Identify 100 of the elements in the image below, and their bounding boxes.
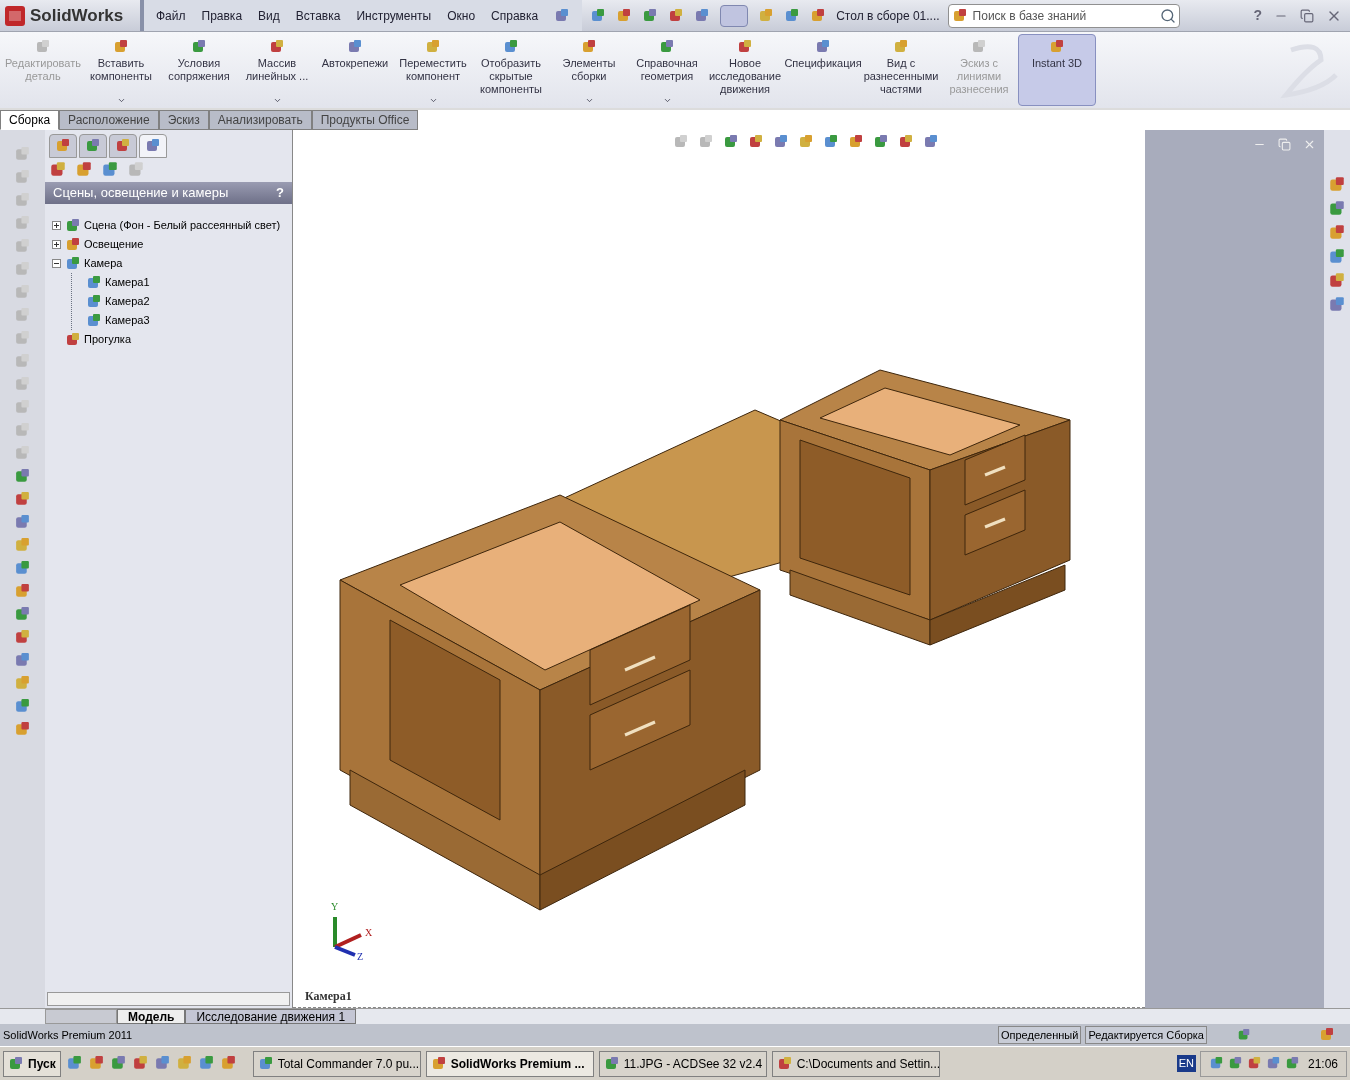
tray-icon[interactable] — [1227, 1056, 1243, 1071]
ribbon-button[interactable]: Спецификация — [784, 34, 862, 106]
view-tool-icon[interactable] — [748, 134, 764, 150]
task-pane-icon[interactable] — [1328, 200, 1346, 218]
quick-launch-icon[interactable] — [219, 1055, 237, 1072]
collapse-icon[interactable] — [52, 259, 61, 268]
menu-item[interactable]: Вставка — [295, 6, 341, 25]
tray-icon[interactable] — [1284, 1056, 1300, 1071]
toolbar-icon[interactable] — [14, 514, 31, 531]
panel-tab[interactable] — [49, 134, 77, 158]
scrollbar[interactable] — [47, 992, 290, 1006]
toolbar-icon[interactable] — [14, 698, 31, 715]
menu-item[interactable]: Файл — [156, 6, 186, 25]
view-tool-icon[interactable] — [873, 134, 889, 150]
taskbar-button[interactable]: 11.JPG - ACDSee 32 v2.4 — [598, 1050, 767, 1077]
ribbon-button[interactable]: Отобразить скрытые компоненты — [472, 34, 550, 106]
quick-launch-icon[interactable] — [197, 1055, 215, 1072]
tree-item[interactable]: Камера2 — [105, 293, 150, 310]
panel-tab[interactable] — [109, 134, 137, 158]
close-icon[interactable] — [1303, 138, 1316, 151]
quick-launch-icon[interactable] — [109, 1055, 127, 1072]
task-pane-icon[interactable] — [1328, 248, 1346, 266]
quick-launch-icon[interactable] — [87, 1055, 105, 1072]
toolbar-icon[interactable] — [810, 7, 827, 24]
view-tool-icon[interactable] — [923, 134, 939, 150]
ribbon-button[interactable]: Автокрепежи — [316, 34, 394, 106]
menu-item[interactable]: Инструменты — [356, 6, 432, 25]
panel-tab[interactable] — [79, 134, 107, 158]
bottom-tab[interactable]: Исследование движения 1 — [185, 1009, 357, 1024]
view-tool-icon[interactable] — [773, 134, 789, 150]
search-field[interactable]: Поиск в базе знаний — [947, 3, 1180, 28]
tray-icon[interactable] — [1265, 1056, 1281, 1071]
toolbar-icon[interactable] — [590, 7, 607, 24]
toolbar-icon[interactable] — [784, 7, 801, 24]
ribbon-button[interactable]: Справочная геометрия — [628, 34, 706, 106]
quick-launch-icon[interactable] — [131, 1055, 149, 1072]
task-pane-icon[interactable] — [1328, 224, 1346, 242]
taskbar-button[interactable]: C:\Documents and Settin... — [771, 1050, 940, 1077]
task-pane-icon[interactable] — [1328, 296, 1346, 314]
tab-scroll-control[interactable] — [45, 1009, 117, 1024]
quick-launch-icon[interactable] — [175, 1055, 193, 1072]
toolbar-icon[interactable] — [642, 7, 659, 24]
caret-icon[interactable] — [428, 96, 438, 105]
restore-icon[interactable] — [1278, 138, 1291, 151]
ribbon-button[interactable]: Вид с разнесенными частями — [862, 34, 940, 106]
ribbon-button[interactable]: Новое исследование движения — [706, 34, 784, 106]
view-tool-icon[interactable] — [798, 134, 814, 150]
view-tool-icon[interactable] — [723, 134, 739, 150]
task-pane-icon[interactable] — [1328, 176, 1346, 194]
command-tab[interactable]: Расположение — [59, 110, 159, 130]
toolbar-icon[interactable] — [758, 7, 775, 24]
menu-item[interactable]: Справка — [491, 6, 539, 25]
caret-icon[interactable] — [584, 96, 594, 105]
menu-item[interactable]: Окно — [447, 6, 476, 25]
toolbar-icon[interactable] — [14, 537, 31, 554]
toolbar-icon[interactable] — [14, 468, 31, 485]
toolbar-icon[interactable] — [14, 606, 31, 623]
bottom-tab[interactable]: Модель — [117, 1009, 186, 1024]
command-tab[interactable]: Эскиз — [158, 110, 209, 130]
ribbon-button[interactable]: Переместить компонент — [394, 34, 472, 106]
tray-icon[interactable] — [1208, 1056, 1224, 1071]
start-button[interactable]: Пуск — [3, 1050, 61, 1077]
select-tool-button[interactable] — [720, 4, 749, 27]
toolbar-icon[interactable] — [14, 721, 31, 738]
toolbar-icon[interactable] — [14, 629, 31, 646]
panel-tab[interactable] — [139, 134, 167, 158]
ribbon-button[interactable]: Instant 3D — [1018, 34, 1096, 106]
ribbon-button[interactable]: Элементы сборки — [550, 34, 628, 106]
caret-icon[interactable] — [272, 96, 282, 105]
tree-item[interactable]: Камера — [84, 255, 123, 272]
language-indicator[interactable]: EN — [1176, 1055, 1196, 1072]
view-tool-icon[interactable] — [848, 134, 864, 150]
help-button[interactable]: ? — [1253, 5, 1262, 26]
command-tab[interactable]: Сборка — [0, 110, 60, 130]
ribbon-button[interactable]: Вставить компоненты — [82, 34, 160, 106]
view-tool-icon[interactable] — [898, 134, 914, 150]
ribbon-button[interactable]: Массив линейных ... — [238, 34, 316, 106]
tree-item[interactable]: Освещение — [84, 236, 144, 253]
toolbar-icon[interactable] — [14, 560, 31, 577]
toolbar-icon[interactable] — [668, 7, 685, 24]
toolbar-icon[interactable] — [14, 583, 31, 600]
caret-icon[interactable] — [116, 96, 126, 105]
quick-launch-icon[interactable] — [153, 1055, 171, 1072]
menu-item[interactable]: Правка — [201, 6, 243, 25]
panel-tool-icon[interactable] — [49, 161, 67, 179]
toolbar-icon[interactable] — [694, 7, 711, 24]
command-tab[interactable]: Продукты Office — [311, 110, 419, 130]
restore-icon[interactable] — [1300, 8, 1314, 23]
panel-tool-icon[interactable] — [75, 161, 93, 179]
expand-icon[interactable] — [52, 221, 61, 230]
toolbar-icon[interactable] — [14, 491, 31, 508]
search-icon[interactable] — [1159, 7, 1176, 24]
tree-item[interactable]: Прогулка — [84, 331, 131, 348]
panel-tool-icon[interactable] — [101, 161, 119, 179]
task-pane-icon[interactable] — [1328, 272, 1346, 290]
view-tool-icon[interactable] — [823, 134, 839, 150]
toolbar-icon[interactable] — [14, 652, 31, 669]
caret-icon[interactable] — [662, 96, 672, 105]
quick-launch-icon[interactable] — [65, 1055, 83, 1072]
tree-item[interactable]: Сцена (Фон - Белый рассеянный свет) — [84, 217, 281, 234]
